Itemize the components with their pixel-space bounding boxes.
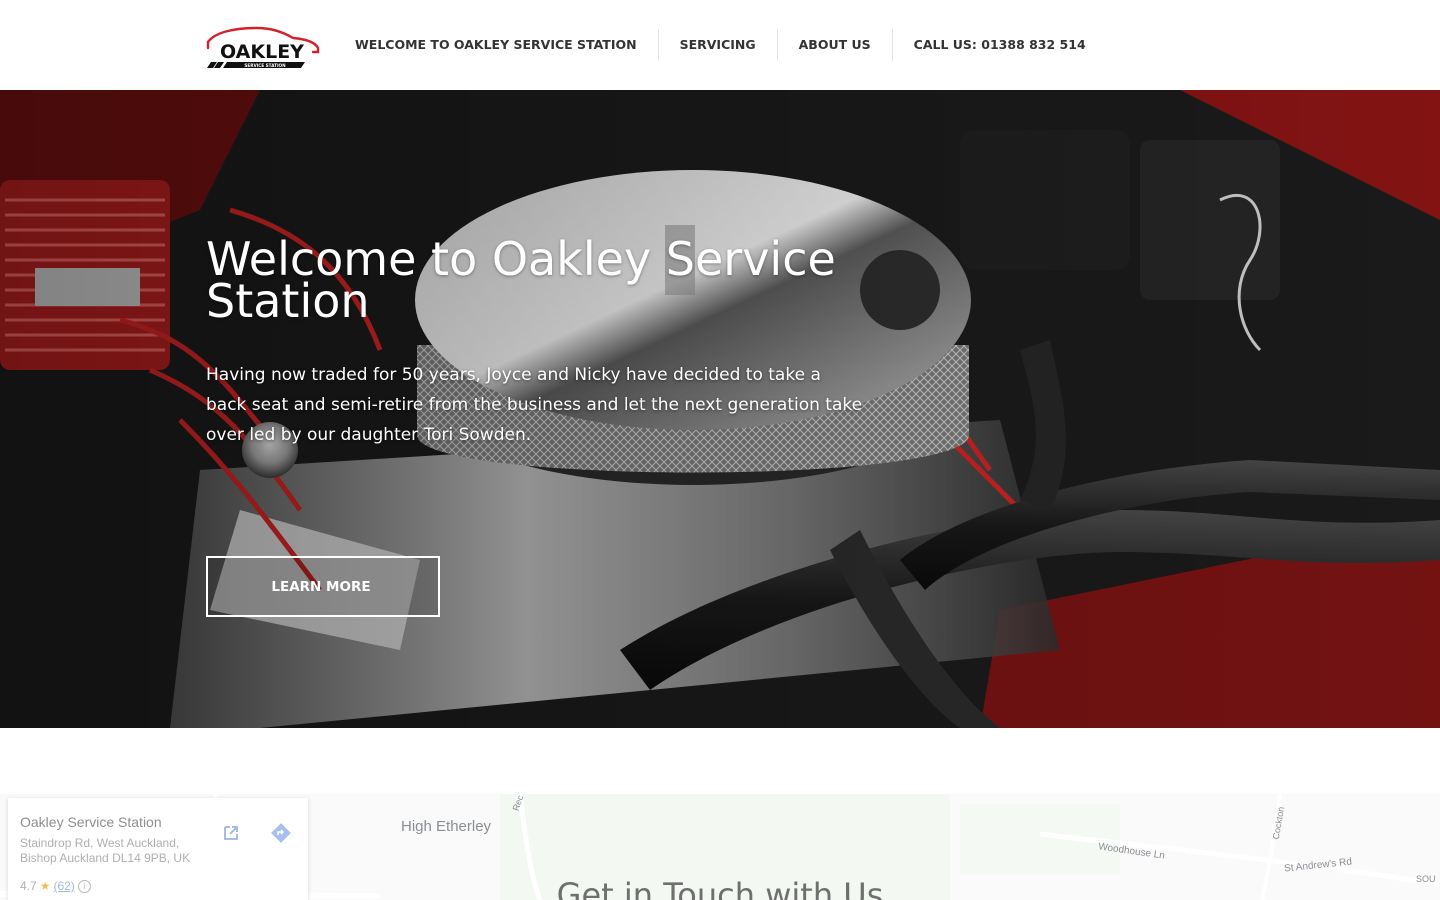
place-name: Oakley Service Station <box>20 814 162 830</box>
nav-servicing[interactable]: SERVICING <box>657 29 777 61</box>
oakley-logo[interactable]: OAKLEY SERVICE STATION <box>205 22 321 70</box>
hero-section: Welcome to Oakley Service Station Having… <box>0 90 1440 728</box>
directions-icon[interactable] <box>270 822 292 844</box>
place-address-line2: Bishop Auckland DL14 9PB, UK <box>20 851 191 865</box>
nav-call-us[interactable]: CALL US: 01388 832 514 <box>891 29 1107 61</box>
nav-about-us[interactable]: ABOUT US <box>776 29 892 61</box>
contact-section: High Etherley Woodhouse Ln St Andrew's R… <box>0 728 1440 900</box>
hero-title: Welcome to Oakley Service Station <box>206 232 836 328</box>
place-address: Staindrop Rd, West Auckland, Bishop Auck… <box>20 836 220 866</box>
hero-description: Having now traded for 50 years, Joyce an… <box>206 365 863 445</box>
contact-title: Get in Touch with Us <box>556 876 884 900</box>
site-header: OAKLEY SERVICE STATION WELCOME TO OAKLEY… <box>0 0 1440 90</box>
car-logo-icon: OAKLEY SERVICE STATION <box>206 26 320 68</box>
open-in-maps-icon[interactable] <box>220 822 242 844</box>
map-label-high-etherley: High Etherley <box>401 818 492 835</box>
nav-welcome[interactable]: WELCOME TO OAKLEY SERVICE STATION <box>334 29 658 61</box>
main-nav: WELCOME TO OAKLEY SERVICE STATION SERVIC… <box>334 0 1107 90</box>
learn-more-button[interactable]: LEARN MORE <box>206 556 440 617</box>
logo-text: OAKLEY <box>220 41 304 63</box>
place-address-line1: Staindrop Rd, West Auckland, <box>20 836 180 850</box>
logo-subtext: SERVICE STATION <box>244 63 286 68</box>
